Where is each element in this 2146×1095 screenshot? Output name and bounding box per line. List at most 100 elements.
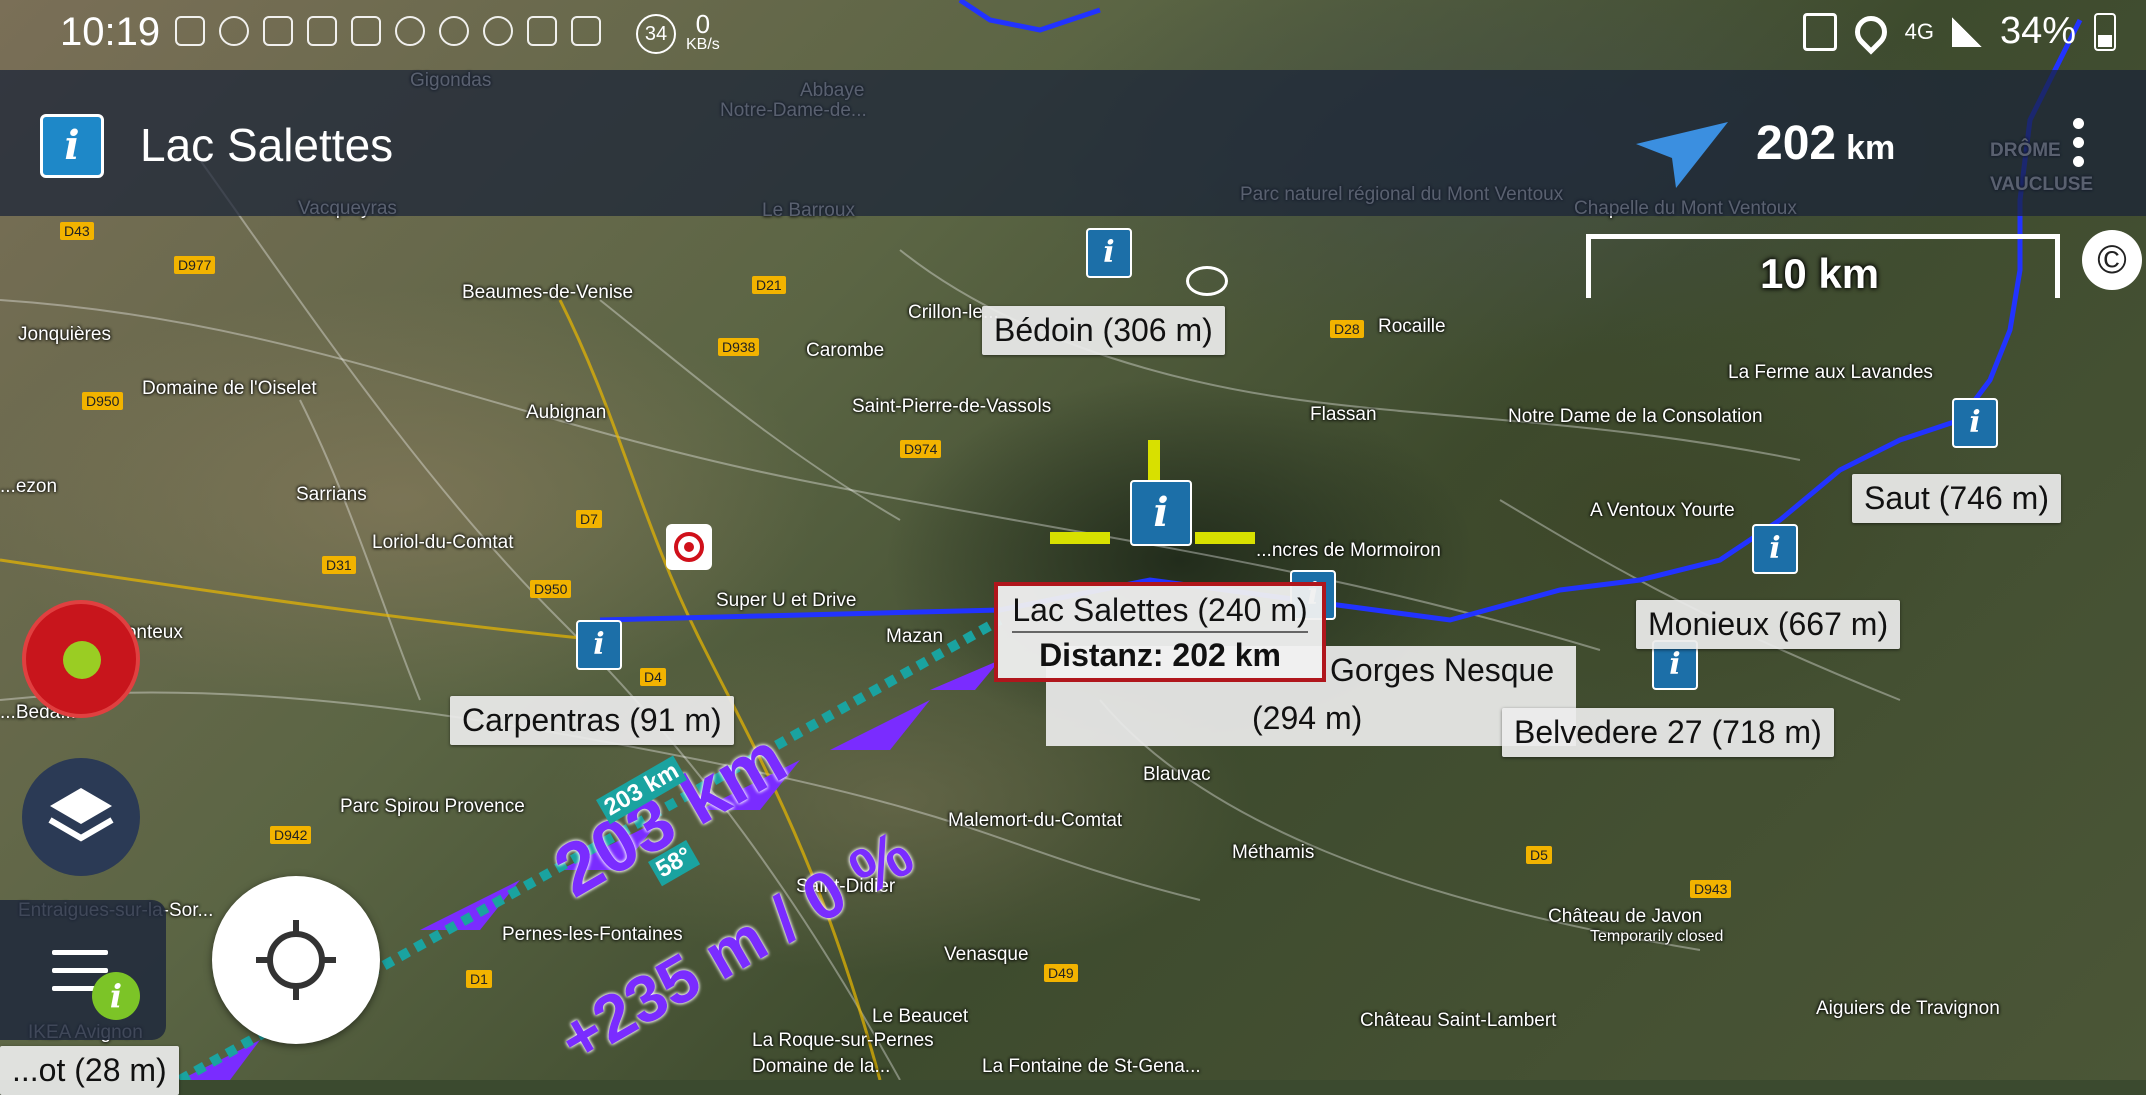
selected-point-callout[interactable]: Lac Salettes (240 m) Distanz: 202 km [994, 582, 1326, 682]
data-rate-value: 0 [695, 9, 711, 39]
map-place: ...ncres de Mormoiron [1256, 540, 1441, 561]
notification-icon [439, 16, 469, 46]
map-place: Temporarily closed [1590, 928, 1724, 945]
info-marker-icon[interactable]: i [40, 114, 104, 178]
viewpoint-icon[interactable] [1186, 266, 1228, 296]
map-place: Parc Spirou Provence [340, 796, 525, 817]
battery-percent: 34% [1999, 10, 2076, 52]
selected-point-distance: Distanz: 202 km [1012, 631, 1308, 674]
map-place: Saint-Pierre-de-Vassols [852, 396, 1052, 417]
menu-button[interactable]: i [0, 900, 166, 1040]
waypoint-label-carpentras[interactable]: Carpentras (91 m) [450, 696, 734, 745]
waypoint-label-gorges-nesque-name: Gorges Nesque [1330, 652, 1555, 688]
map-place: Loriol-du-Comtat [372, 532, 514, 553]
map-place: Château de Javon [1548, 906, 1703, 927]
map-place: La Ferme aux Lavandes [1728, 362, 1933, 383]
map-place: Domaine de l'Oiselet [142, 378, 317, 399]
road-number: D43 [60, 222, 94, 240]
map-place: ...ezon [0, 476, 58, 497]
road-number: D7 [576, 510, 602, 528]
waypoint-label-offscreen[interactable]: ...ot (28 m) [0, 1046, 179, 1095]
road-number: D5 [1526, 846, 1552, 864]
status-time: 10:19 [60, 10, 161, 54]
distance-value: 202 [1756, 117, 1837, 170]
locate-button[interactable] [212, 876, 380, 1044]
page-title: Lac Salettes [140, 119, 394, 171]
mail-icon [307, 16, 337, 46]
scale-bar-label: 10 km [1760, 250, 1880, 297]
distance-unit: km [1846, 129, 1896, 167]
waypoint-label-bedoin[interactable]: Bédoin (306 m) [982, 306, 1225, 355]
notification-icon [263, 16, 293, 46]
road-number: D950 [82, 392, 124, 410]
road-number: D938 [718, 338, 760, 356]
menu-icon [52, 950, 108, 955]
data-rate-unit: KB/s [686, 36, 720, 53]
waypoint-label-gorges-nesque-elevation: (294 m) [1252, 700, 1363, 736]
map-place: Le Beaucet [872, 1006, 969, 1027]
map-place: Flassan [1310, 404, 1377, 425]
road-number: D942 [270, 826, 312, 844]
info-badge-icon: i [92, 972, 140, 1020]
target-icon[interactable] [666, 524, 712, 570]
road-number: D943 [1690, 880, 1732, 898]
target-distance: 202 km [1756, 116, 1895, 171]
road-number: D21 [752, 276, 786, 294]
notification-icon [219, 16, 249, 46]
waypoint-label-belvedere-27[interactable]: Belvedere 27 (718 m) [1502, 708, 1834, 757]
road-number: D974 [900, 440, 942, 458]
selected-poi-marker-icon[interactable]: i [1130, 480, 1192, 546]
map-place: Jonquières [18, 324, 111, 345]
location-icon [1847, 8, 1894, 55]
map-place: Domaine de la... [752, 1056, 891, 1077]
map-place: A Ventoux Yourte [1590, 500, 1735, 521]
notification-icons [175, 16, 601, 46]
map-place: Super U et Drive [716, 590, 857, 611]
mail-icon [351, 16, 381, 46]
status-right: 4G 34% [1802, 8, 2116, 55]
map-place: Château Saint-Lambert [1360, 1010, 1557, 1031]
notification-icon [527, 16, 557, 46]
battery-icon [2094, 12, 2116, 51]
navigation-arrow-icon [1636, 122, 1728, 188]
map-place: Rocaille [1378, 316, 1446, 337]
map-place: Venasque [944, 944, 1029, 965]
copyright-icon[interactable]: © [2082, 230, 2142, 290]
menu-icon-line [52, 968, 108, 973]
waypoint-label-monieux[interactable]: Monieux (667 m) [1636, 600, 1901, 649]
map-place: Aiguiers de Travignon [1816, 998, 2000, 1019]
record-button[interactable] [22, 600, 140, 718]
poi-marker-icon[interactable]: i [576, 620, 622, 670]
map-place: Blauvac [1143, 764, 1211, 785]
map-place: Malemort-du-Comtat [948, 810, 1123, 831]
map-place: Aubignan [526, 402, 607, 423]
road-number: D4 [640, 668, 666, 686]
poi-marker-icon[interactable]: i [1752, 524, 1798, 574]
notification-icon [175, 16, 205, 46]
signal-icon [1951, 16, 1982, 47]
road-number: D977 [174, 256, 216, 274]
map-place: Mazan [886, 626, 944, 647]
app-bar: i Lac Salettes 202 km [0, 70, 2146, 216]
waypoint-label-saut[interactable]: Saut (746 m) [1852, 474, 2061, 523]
network-type: 4G [1904, 18, 1934, 44]
record-indicator-icon [483, 16, 513, 46]
map-place: Méthamis [1232, 842, 1315, 863]
notification-icon [395, 16, 425, 46]
data-rate: 0 KB/s [686, 9, 720, 54]
map-place: La Roque-sur-Pernes [752, 1030, 934, 1051]
road-number: D28 [1330, 320, 1364, 338]
layers-button[interactable] [22, 758, 140, 876]
map-place: Notre Dame de la Consolation [1508, 406, 1763, 427]
road-number: D49 [1044, 964, 1078, 982]
notification-count-badge: 34 [636, 14, 676, 54]
map-place: Carombe [806, 340, 885, 361]
map-place: Pernes-les-Fontaines [502, 924, 683, 945]
poi-marker-icon[interactable]: i [1086, 228, 1132, 278]
nfc-icon [1802, 12, 1837, 51]
poi-marker-icon[interactable]: i [1952, 398, 1998, 448]
more-vert-icon[interactable] [2068, 118, 2088, 178]
status-bar: 10:19 34 0 KB/s 4G 34% [0, 0, 2146, 70]
image-icon [571, 16, 601, 46]
road-number: D1 [466, 970, 492, 988]
